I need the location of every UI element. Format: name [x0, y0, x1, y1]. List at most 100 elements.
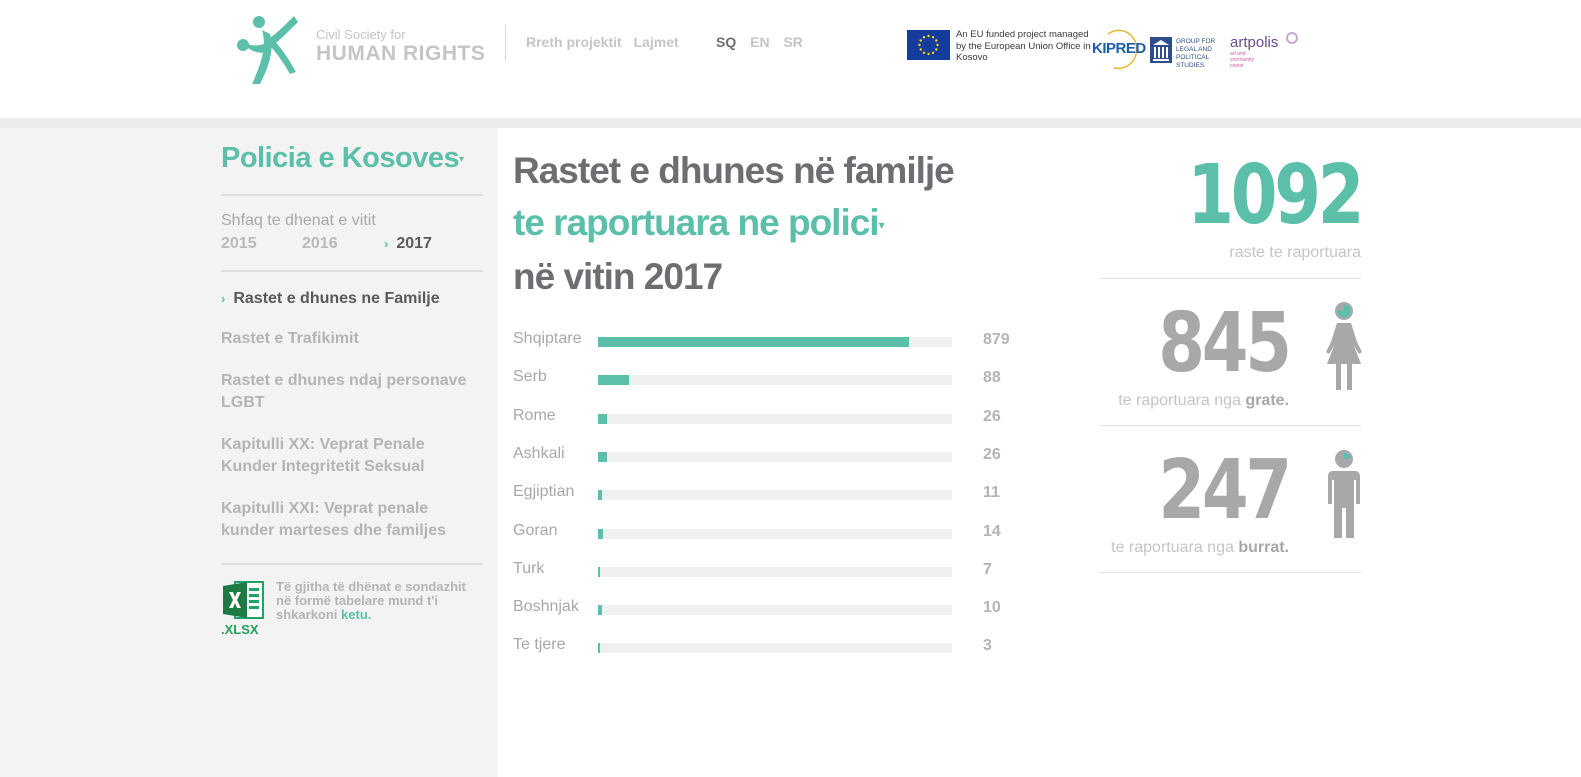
xlsx-label: .XLSX [221, 622, 259, 637]
year-2017-label: 2017 [396, 235, 432, 252]
logo-icon[interactable] [234, 14, 298, 86]
menu-item-chapter-xxi[interactable]: Kapitulli XXI: Veprat penale kunder mart… [221, 498, 483, 542]
lang-sq[interactable]: SQ [716, 34, 736, 50]
bar-label: Ashkali [513, 444, 565, 462]
page-title: Rastet e dhunes në familje te raportuara… [513, 145, 955, 303]
bar-label: Turk [513, 559, 545, 577]
bar-row: Egjiptian 11 [513, 483, 1033, 507]
logo-wordmark[interactable]: Civil Society for HUMAN RIGHTS [316, 28, 485, 64]
bar-track [598, 375, 952, 386]
total-stat: 1092 raste te raportuara [1149, 148, 1364, 262]
download-link[interactable]: ketu. [341, 607, 371, 622]
stats-divider [1099, 572, 1361, 573]
chevron-right-icon: › [384, 236, 389, 251]
bar [598, 337, 910, 347]
menu-item-lgbt[interactable]: Rastet e dhunes ndaj personave LGBT [221, 370, 483, 414]
nav-about[interactable]: Rreth projektit [526, 34, 622, 50]
bar-label: Serb [513, 368, 547, 386]
bar [598, 375, 630, 386]
chevron-right-icon: › [221, 291, 226, 306]
bar-value-label: 879 [983, 331, 1010, 348]
main-nav: Rreth projektit Lajmet [526, 34, 687, 50]
bar-row: Serb 88 [513, 368, 1033, 392]
bar-label: Te tjere [513, 636, 566, 654]
total-count: 1092 [1186, 148, 1364, 243]
bar-track [598, 413, 952, 424]
men-stat: 247 te raportuara nga burrat. [1111, 443, 1292, 557]
glps-logo[interactable]: GROUP FOR LEGAL AND POLITICAL STUDIES [1150, 37, 1226, 69]
bar-label: Shqiptare [513, 330, 582, 347]
eu-funding-text: An EU funded project managed by the Euro… [956, 29, 1091, 63]
stats-divider [1099, 425, 1361, 426]
logo-small-text: Civil Society for [316, 27, 406, 42]
bar-value-label: 26 [983, 445, 1001, 463]
glps-text: GROUP FOR LEGAL AND POLITICAL STUDIES [1176, 38, 1216, 69]
bar-value-label: 88 [983, 369, 1001, 387]
bar [598, 451, 608, 462]
woman-icon [1326, 302, 1362, 390]
bar-value-label: 7 [983, 560, 992, 578]
bar-row: Shqiptare 879 [513, 330, 1033, 354]
year-2016[interactable]: 2016 [302, 235, 338, 253]
bar-label: Boshnjak [513, 598, 579, 616]
sidebar-divider [221, 194, 483, 196]
bar-row: Boshnjak 10 [513, 598, 1033, 622]
institution-selector[interactable]: Policia e Kosoves▾ [221, 142, 464, 175]
sidebar-divider [221, 270, 483, 272]
menu-item-domestic-violence[interactable]: › Rastet e dhunes ne Familje [221, 288, 483, 310]
women-caption-bold: grate. [1245, 392, 1289, 409]
bar [598, 566, 601, 577]
bar-label: Rome [513, 406, 556, 424]
sidebar-divider [221, 563, 483, 565]
source-selector[interactable]: te raportuara ne polici▾ [513, 197, 954, 251]
bar-track [598, 566, 952, 577]
women-caption: te raportuara nga grate. [1118, 392, 1289, 410]
bar-row: Turk 7 [513, 560, 1033, 584]
bar-track [598, 643, 952, 654]
year-2015[interactable]: 2015 [221, 235, 257, 253]
men-count: 247 [1158, 443, 1292, 538]
women-count: 845 [1158, 296, 1292, 391]
title-line-3: në vitin 2017 [513, 256, 723, 298]
bar-value-label: 26 [983, 407, 1001, 425]
bar-value-label: 3 [983, 637, 992, 655]
year-filter-label: Shfaq te dhenat e vitit [221, 212, 376, 229]
bar-value-label: 10 [983, 599, 1001, 617]
nav-news[interactable]: Lajmet [634, 34, 679, 50]
stats-divider [1099, 278, 1361, 279]
bar-value-label: 14 [983, 522, 1001, 540]
bar-row: Te tjere 3 [513, 636, 1033, 660]
title-line-1: Rastet e dhunes në familje [513, 150, 955, 191]
year-2017[interactable]: › 2017 [384, 235, 432, 253]
download-text: Të gjitha të dhënat e sondazhit në formë… [276, 580, 476, 622]
dropdown-caret-icon: ▾ [459, 153, 464, 165]
glps-building-icon [1150, 37, 1172, 63]
artpolis-subtitle: art and community center [1230, 51, 1255, 69]
lang-sr[interactable]: SR [783, 34, 802, 50]
bar-track [598, 490, 952, 501]
lang-en[interactable]: EN [750, 34, 769, 50]
men-caption: te raportuara nga burrat. [1111, 539, 1289, 557]
men-caption-text: te raportuara nga [1111, 539, 1234, 556]
artpolis-logo[interactable]: artpolis art and community center [1230, 32, 1298, 69]
eu-flag-icon [907, 30, 950, 60]
dataset-menu: › Rastet e dhunes ne Familje Rastet e Tra… [221, 288, 483, 562]
man-icon [1328, 450, 1360, 538]
bar [598, 490, 602, 501]
bar [598, 605, 602, 616]
header-band [0, 118, 1581, 128]
artpolis-ring-icon [1286, 32, 1298, 44]
menu-item-trafficking[interactable]: Rastet e Trafikimit [221, 328, 483, 350]
artpolis-text: artpolis [1230, 34, 1279, 51]
bar-row: Rome 26 [513, 407, 1033, 431]
menu-item-chapter-xx[interactable]: Kapitulli XX: Veprat Penale Kunder Integ… [221, 434, 483, 478]
institution-title: Policia e Kosoves [221, 142, 460, 174]
total-caption: raste te raportuara [1229, 244, 1361, 261]
excel-icon[interactable] [221, 580, 265, 620]
language-switcher: SQ EN SR [716, 34, 813, 50]
title-line-2: te raportuara ne polici [513, 202, 880, 243]
kipred-text: KIPRED [1092, 40, 1146, 57]
kipred-logo[interactable]: KIPRED [1092, 28, 1146, 70]
women-stat: 845 te raportuara nga grate. [1118, 296, 1292, 410]
bar-track [598, 451, 952, 462]
